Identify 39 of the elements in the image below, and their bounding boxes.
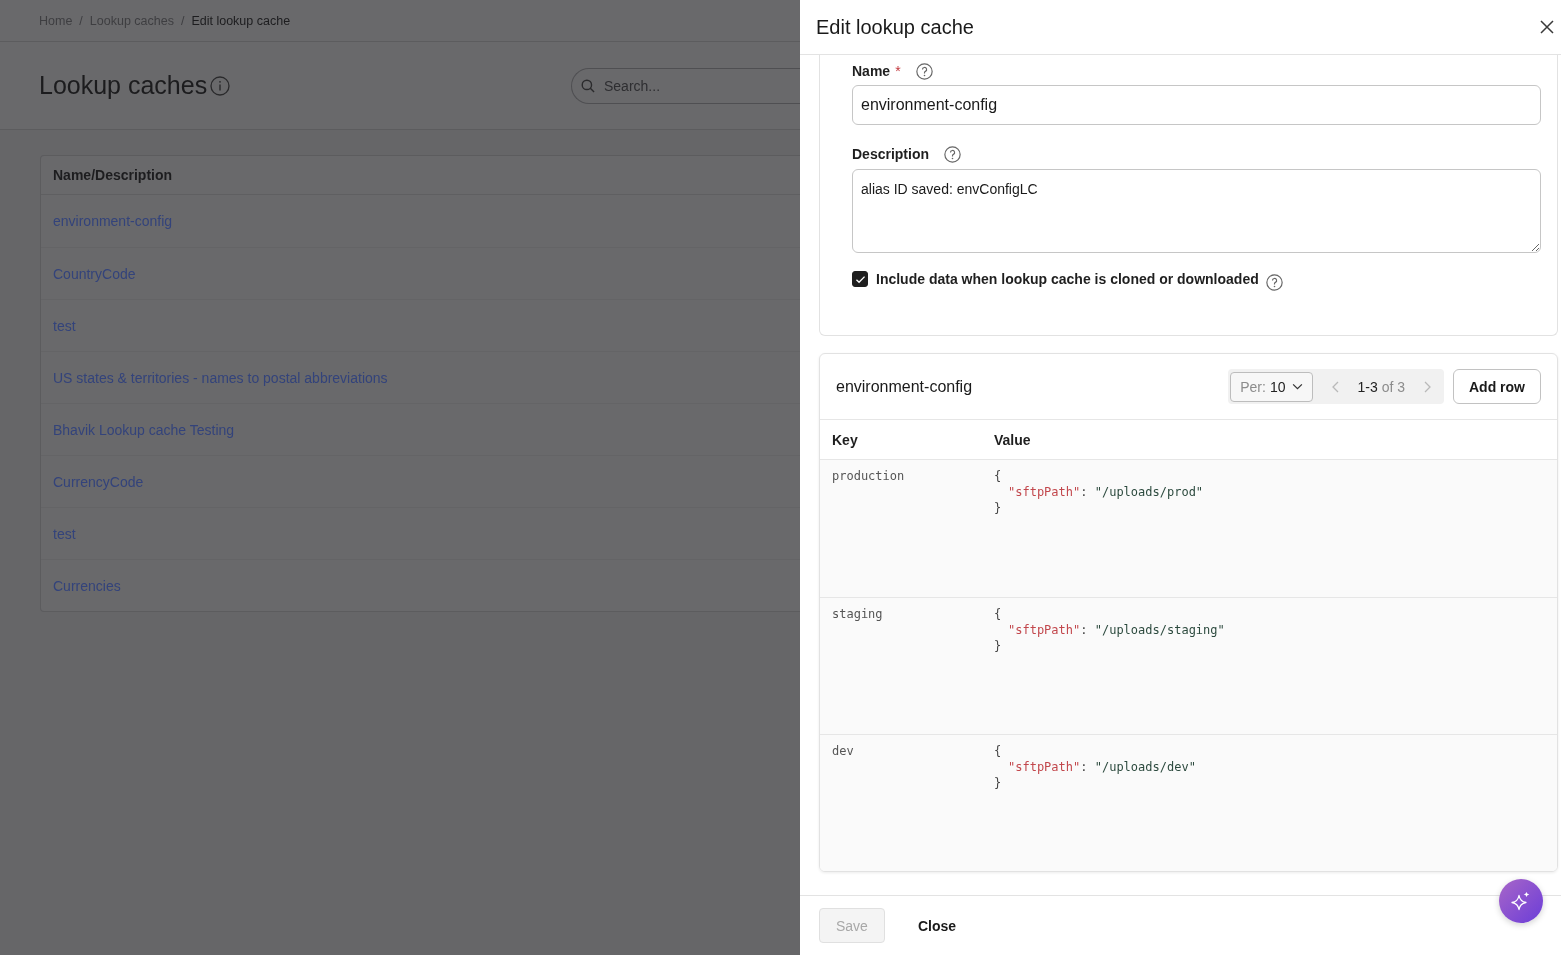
table-title: environment-config (836, 377, 973, 396)
per-page-select[interactable]: Per: 10 (1230, 371, 1313, 402)
check-icon (854, 274, 866, 284)
sparkle-icon (1511, 891, 1531, 911)
column-header: Name/Description (53, 167, 173, 183)
json-value: { "sftpPath": "/uploads/staging" } (994, 606, 1225, 654)
drawer-title: Edit lookup cache (816, 15, 974, 39)
chevron-down-icon (1291, 383, 1303, 390)
field-label: Description (852, 146, 929, 162)
json-value: { "sftpPath": "/uploads/prod" } (994, 468, 1204, 516)
close-button[interactable]: Close (901, 908, 973, 943)
breadcrumb-separator: / (180, 13, 185, 28)
help-icon[interactable] (944, 145, 961, 163)
column-header: Key (832, 431, 858, 448)
required-mark: * (895, 63, 901, 79)
breadcrumb-link[interactable]: Edit lookup cache (191, 13, 291, 28)
json-value: { "sftpPath": "/uploads/dev" } (994, 743, 1196, 791)
page-range: 1-3 of 3 (1357, 378, 1405, 395)
help-icon[interactable] (915, 62, 933, 80)
chevron-right-icon (1424, 380, 1431, 393)
add-row-button[interactable]: Add row (1453, 369, 1541, 404)
column-header: Value (994, 431, 1031, 448)
name-field[interactable]: environment-config (852, 85, 1541, 125)
field-label: Name (852, 63, 891, 79)
breadcrumb-separator: / (79, 13, 83, 28)
info-icon[interactable] (210, 75, 231, 96)
chevron-left-icon (1331, 380, 1339, 393)
close-icon (1540, 20, 1554, 34)
search-field[interactable]: Search... (571, 67, 800, 104)
search-icon (581, 78, 595, 93)
description-field[interactable]: alias ID saved: envConfigLC (852, 169, 1541, 253)
checkbox[interactable] (852, 271, 868, 287)
key-cell: staging (832, 606, 883, 622)
checkbox-label[interactable]: Include data when lookup cache is cloned or downloaded (876, 271, 1259, 287)
help-icon[interactable] (1265, 273, 1283, 291)
key-cell: production (832, 468, 905, 484)
key-cell: dev (832, 743, 854, 759)
page-title: Lookup caches (39, 71, 208, 100)
assistant-button[interactable] (1499, 879, 1543, 923)
